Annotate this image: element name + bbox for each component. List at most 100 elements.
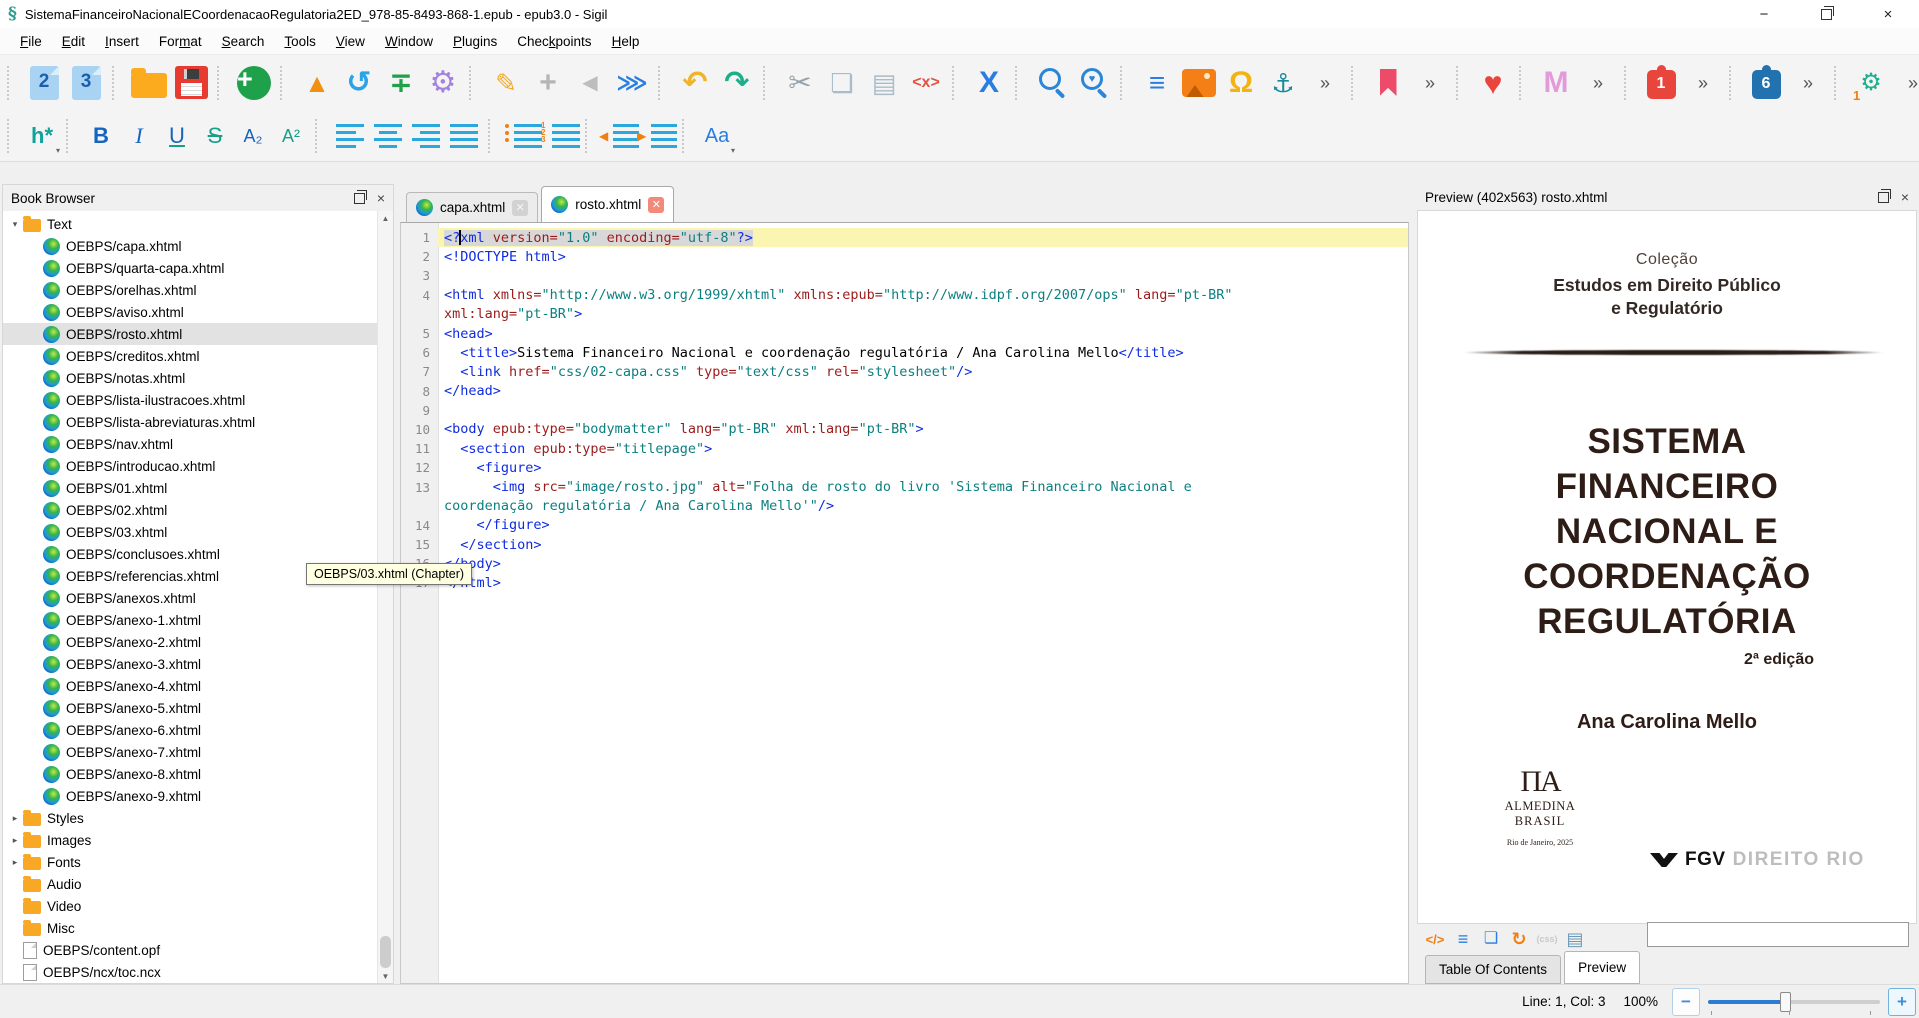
code-line[interactable]: 9 <box>401 401 1408 420</box>
toolbar-overflow-icon[interactable]: » <box>1577 61 1619 105</box>
toolbar-overflow-icon[interactable]: » <box>1787 61 1829 105</box>
menu-file[interactable]: File <box>10 31 52 52</box>
toolbar-overflow-icon[interactable]: » <box>1892 61 1919 105</box>
code-line[interactable]: 1<?xml version="1.0" encoding="utf-8"?> <box>401 228 1408 247</box>
bold-icon[interactable]: B <box>82 116 120 156</box>
code-line[interactable]: 4<html xmlns="http://www.w3.org/1999/xht… <box>401 286 1408 305</box>
tab-close-icon[interactable]: ✕ <box>648 197 664 213</box>
preview-select-all-icon[interactable]: ≡ <box>1449 926 1477 952</box>
code-line[interactable]: 16</body> <box>401 554 1408 573</box>
tree-item-oebps-ncx-toc-ncx[interactable]: OEBPS/ncx/toc.ncx <box>3 961 378 983</box>
toolbar-overflow-icon[interactable]: » <box>1682 61 1724 105</box>
text-case-icon[interactable]: Aa▾ <box>698 116 736 156</box>
tree-item-images[interactable]: ▸Images <box>3 829 378 851</box>
preview-inspect-icon[interactable]: </> <box>1421 926 1449 952</box>
code-line[interactable]: 12 <figure> <box>401 458 1408 477</box>
split-at-cursor-icon[interactable]: ✎ <box>485 61 527 105</box>
tag-gray-icon[interactable]: ◀ <box>569 61 611 105</box>
subscript-icon[interactable]: A₂ <box>234 116 272 156</box>
zoom-slider[interactable] <box>1708 988 1880 1016</box>
toolbar-overflow-icon[interactable]: » <box>1304 61 1346 105</box>
code-line[interactable]: 13 <img src="image/rosto.jpg" alt="Folha… <box>401 477 1408 496</box>
menu-view[interactable]: View <box>326 31 375 52</box>
tree-item-oebps-anexos-xhtml[interactable]: OEBPS/anexos.xhtml <box>3 587 378 609</box>
strikethrough-icon[interactable]: S <box>196 116 234 156</box>
tree-item-oebps-01-xhtml[interactable]: OEBPS/01.xhtml <box>3 477 378 499</box>
redo-icon[interactable]: ↷ <box>716 61 758 105</box>
plugins-gear-icon[interactable]: ⚙ <box>422 61 464 105</box>
superscript-icon[interactable]: A² <box>272 116 310 156</box>
menu-tools[interactable]: Tools <box>274 31 326 52</box>
tab-table-of-contents[interactable]: Table Of Contents <box>1425 955 1561 984</box>
code-line[interactable]: coordenação regulatória / Ana Carolina M… <box>401 497 1408 516</box>
code-line[interactable]: 3 <box>401 266 1408 285</box>
tree-item-text[interactable]: ▾Text <box>3 213 378 235</box>
tree-item-oebps-02-xhtml[interactable]: OEBPS/02.xhtml <box>3 499 378 521</box>
code-line[interactable]: xml:lang="pt-BR"> <box>401 305 1408 324</box>
tree-item-oebps-notas-xhtml[interactable]: OEBPS/notas.xhtml <box>3 367 378 389</box>
outdent-icon[interactable] <box>601 116 639 156</box>
tab-capa-xhtml[interactable]: capa.xhtml ✕ <box>406 192 538 222</box>
maximize-restore-button[interactable] <box>1795 0 1857 28</box>
menu-format[interactable]: Format <box>149 31 212 52</box>
tree-item-oebps-anexo-3-xhtml[interactable]: OEBPS/anexo-3.xhtml <box>3 653 378 675</box>
tree-item-styles[interactable]: ▸Styles <box>3 807 378 829</box>
plugin-1-icon[interactable]: 1 <box>1640 61 1682 105</box>
menu-checkpoints[interactable]: Checkpoints <box>507 31 601 52</box>
mend-code-icon[interactable]: X <box>968 61 1010 105</box>
align-center-icon[interactable] <box>369 116 407 156</box>
insert-image-icon[interactable] <box>1178 61 1220 105</box>
close-panel-button[interactable]: × <box>377 190 385 206</box>
underline-icon[interactable]: U <box>158 116 196 156</box>
float-panel-button[interactable] <box>1878 192 1889 203</box>
scroll-down-icon[interactable]: ▼ <box>378 969 393 983</box>
tree-item-oebps-anexo-4-xhtml[interactable]: OEBPS/anexo-4.xhtml <box>3 675 378 697</box>
code-view[interactable]: 1<?xml version="1.0" encoding="utf-8"?>2… <box>400 222 1409 984</box>
new-epub2-icon[interactable]: 2 <box>23 61 65 105</box>
close-panel-button[interactable]: × <box>1901 189 1909 205</box>
tree-item-video[interactable]: Video <box>3 895 378 917</box>
align-left-icon[interactable] <box>331 116 369 156</box>
code-line[interactable]: 5<head> <box>401 324 1408 343</box>
slider-thumb[interactable] <box>1780 992 1791 1012</box>
tab-preview[interactable]: Preview <box>1564 951 1640 984</box>
tree-item-oebps-lista-abreviaturas-xhtml[interactable]: OEBPS/lista-abreviaturas.xhtml <box>3 411 378 433</box>
code-line[interactable]: 17</html> <box>401 573 1408 592</box>
tree-item-oebps-anexo-7-xhtml[interactable]: OEBPS/anexo-7.xhtml <box>3 741 378 763</box>
special-character-icon[interactable]: Ω <box>1220 61 1262 105</box>
numbered-list-icon[interactable] <box>542 116 580 156</box>
tree-item-fonts[interactable]: ▸Fonts <box>3 851 378 873</box>
tree-item-oebps-creditos-xhtml[interactable]: OEBPS/creditos.xhtml <box>3 345 378 367</box>
menu-search[interactable]: Search <box>212 31 275 52</box>
copy-icon[interactable]: ❏ <box>821 61 863 105</box>
tree-item-oebps-anexo-2-xhtml[interactable]: OEBPS/anexo-2.xhtml <box>3 631 378 653</box>
menu-edit[interactable]: Edit <box>52 31 95 52</box>
collapse-icon[interactable]: ▾ <box>7 219 23 230</box>
tree-item-oebps-rosto-xhtml[interactable]: OEBPS/rosto.xhtml <box>3 323 378 345</box>
bullet-list-icon[interactable] <box>504 116 542 156</box>
paste-icon[interactable]: ▤ <box>863 61 905 105</box>
tree-item-oebps-anexo-9-xhtml[interactable]: OEBPS/anexo-9.xhtml <box>3 785 378 807</box>
preview-copy-icon[interactable]: ❏ <box>1477 926 1505 952</box>
menu-insert[interactable]: Insert <box>95 31 149 52</box>
minimize-button[interactable]: − <box>1733 0 1795 28</box>
code-line[interactable]: 6 <title>Sistema Financeiro Nacional e c… <box>401 343 1408 362</box>
donate-heart-icon[interactable]: ♥ <box>1472 61 1514 105</box>
float-panel-button[interactable] <box>354 193 365 204</box>
toolbar-overflow-icon[interactable]: » <box>1409 61 1451 105</box>
open-file-icon[interactable] <box>128 61 170 105</box>
tree-item-oebps-lista-ilustracoes-xhtml[interactable]: OEBPS/lista-ilustracoes.xhtml <box>3 389 378 411</box>
preview-address-input[interactable] <box>1647 922 1909 947</box>
new-epub3-icon[interactable]: 3 <box>65 61 107 105</box>
automate-list-icon[interactable]: ⚙1 <box>1850 61 1892 105</box>
tree-item-misc[interactable]: Misc <box>3 917 378 939</box>
scrollbar-thumb[interactable] <box>380 936 391 968</box>
tree-item-oebps-anexo-6-xhtml[interactable]: OEBPS/anexo-6.xhtml <box>3 719 378 741</box>
code-line[interactable]: 2<!DOCTYPE html> <box>401 247 1408 266</box>
marked-text-icon[interactable]: M <box>1535 61 1577 105</box>
menu-help[interactable]: Help <box>602 31 650 52</box>
tree-item-oebps-capa-xhtml[interactable]: OEBPS/capa.xhtml <box>3 235 378 257</box>
tree-item-oebps-conclusoes-xhtml[interactable]: OEBPS/conclusoes.xhtml <box>3 543 378 565</box>
close-button[interactable]: × <box>1857 0 1919 28</box>
heading-select-icon[interactable]: h*▾ <box>23 116 61 156</box>
